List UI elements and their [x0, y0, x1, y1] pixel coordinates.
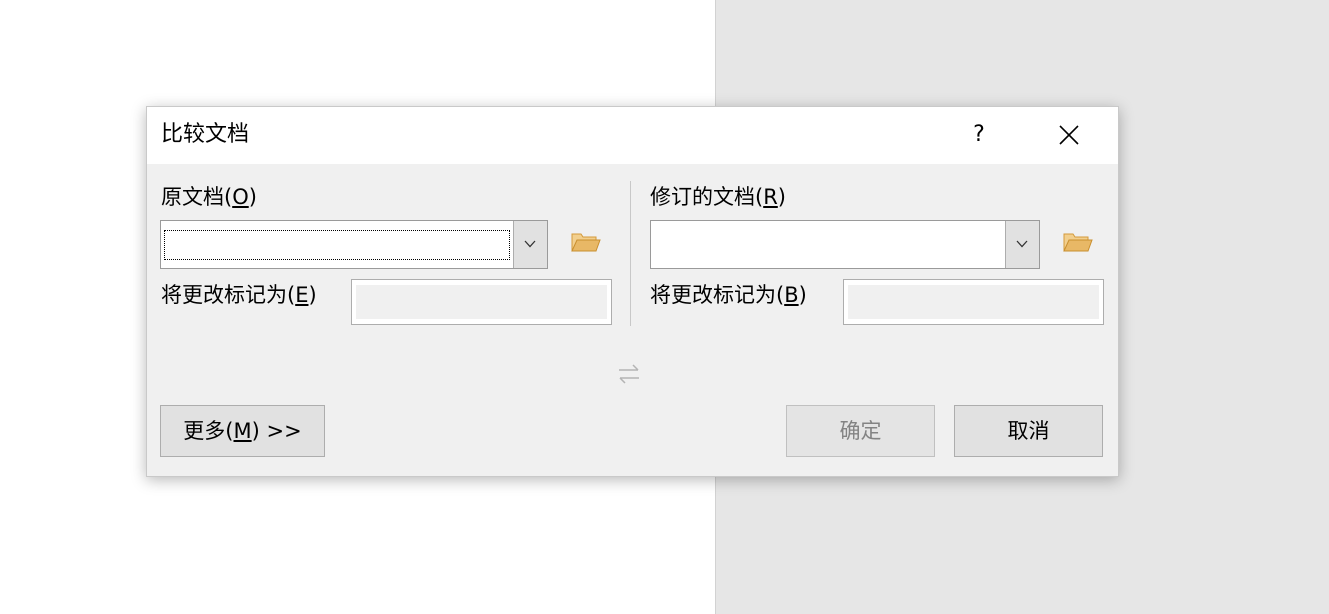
close-icon — [1059, 125, 1079, 145]
revised-mark-changes-label: 将更改标记为(B) — [650, 283, 807, 307]
column-divider — [630, 181, 631, 326]
more-button[interactable]: 更多(M) >> — [160, 405, 325, 457]
revised-document-combobox[interactable] — [650, 220, 1040, 269]
original-document-input[interactable] — [161, 221, 513, 268]
ok-button[interactable]: 确定 — [786, 405, 935, 457]
original-mark-changes-input[interactable] — [351, 279, 612, 325]
help-button[interactable]: ? — [955, 115, 1003, 155]
compare-documents-dialog: 比较文档 ? 原文档(O) 将更改标记为(E) 修订的文档(R) 将更改标记为(… — [146, 106, 1119, 477]
revised-browse-folder-icon[interactable] — [1063, 230, 1093, 254]
chevron-down-icon — [1016, 240, 1028, 248]
title-bar: 比较文档 ? — [147, 107, 1118, 164]
cancel-button[interactable]: 取消 — [954, 405, 1103, 457]
help-icon: ? — [973, 122, 985, 147]
swap-documents-icon[interactable] — [616, 361, 642, 387]
original-mark-changes-label: 将更改标记为(E) — [161, 283, 317, 307]
revised-document-input[interactable] — [651, 221, 1005, 268]
close-button[interactable] — [1045, 115, 1093, 155]
revised-mark-changes-input[interactable] — [843, 279, 1104, 325]
chevron-down-icon — [524, 240, 536, 248]
original-document-dropdown-button[interactable] — [513, 221, 547, 268]
original-document-label: 原文档(O) — [161, 185, 257, 209]
revised-document-dropdown-button[interactable] — [1005, 221, 1039, 268]
dialog-title: 比较文档 — [161, 122, 250, 147]
revised-document-label: 修订的文档(R) — [650, 185, 786, 209]
original-document-combobox[interactable] — [160, 220, 548, 269]
original-browse-folder-icon[interactable] — [571, 230, 601, 254]
